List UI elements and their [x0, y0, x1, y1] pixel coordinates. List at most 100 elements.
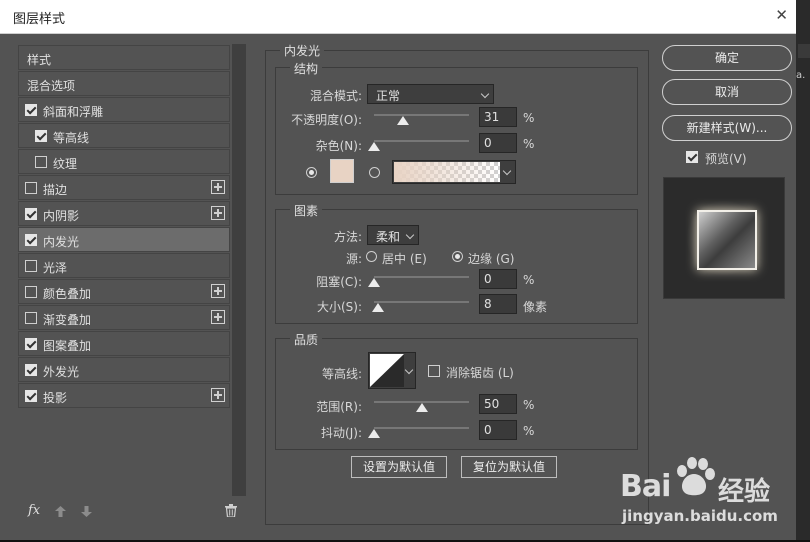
- blend-mode-label: 混合模式:: [309, 89, 362, 103]
- antialias-label: 消除锯齿 (L): [446, 366, 514, 380]
- style-item-label: 内阴影: [43, 209, 80, 223]
- gradient-picker[interactable]: [392, 160, 516, 184]
- choke-input[interactable]: 0: [479, 269, 517, 289]
- style-item[interactable]: 混合选项: [18, 71, 230, 96]
- style-item[interactable]: 斜面和浮雕: [18, 97, 230, 122]
- dialog-title: 图层样式: [13, 12, 66, 27]
- style-item-label: 图案叠加: [43, 339, 92, 353]
- style-item[interactable]: 颜色叠加: [18, 279, 230, 304]
- style-item[interactable]: 投影: [18, 383, 230, 408]
- reset-default-button[interactable]: 复位为默认值: [461, 456, 557, 478]
- size-input[interactable]: 8: [479, 294, 517, 314]
- style-item-checkbox[interactable]: [25, 286, 37, 298]
- style-item[interactable]: 渐变叠加: [18, 305, 230, 330]
- watermark-url: jingyan.baidu.com: [622, 507, 778, 525]
- style-item[interactable]: 光泽: [18, 253, 230, 278]
- range-input[interactable]: 50: [479, 394, 517, 414]
- chevron-down-icon: [405, 230, 415, 240]
- new-style-button[interactable]: 新建样式(W)...: [662, 115, 792, 141]
- noise-slider-track[interactable]: [374, 140, 469, 142]
- technique-dropdown[interactable]: 柔和: [367, 225, 419, 245]
- cancel-button[interactable]: 取消: [662, 79, 792, 105]
- solid-color-radio[interactable]: [306, 167, 317, 178]
- style-item-checkbox[interactable]: [25, 338, 37, 350]
- style-item-checkbox[interactable]: [25, 182, 37, 194]
- contour-picker[interactable]: [368, 352, 416, 389]
- style-item[interactable]: 样式: [18, 45, 230, 70]
- trash-icon[interactable]: [225, 504, 237, 517]
- style-item-label: 混合选项: [27, 79, 76, 93]
- choke-slider-thumb[interactable]: [368, 278, 380, 287]
- style-item-checkbox[interactable]: [25, 104, 37, 116]
- opacity-slider-track[interactable]: [374, 114, 469, 116]
- fx-icon[interactable]: fx: [28, 503, 40, 518]
- title-bar: 图层样式 ✕: [0, 0, 796, 34]
- style-item-label: 内发光: [43, 235, 80, 249]
- add-effect-icon[interactable]: [211, 180, 225, 194]
- style-item-checkbox[interactable]: [25, 260, 37, 272]
- noise-input[interactable]: 0: [479, 133, 517, 153]
- styles-list-toolbar: fx: [18, 496, 246, 526]
- watermark-brand: Bai: [620, 469, 671, 504]
- preview-thumbnail: [697, 210, 757, 270]
- gradient-radio[interactable]: [369, 167, 380, 178]
- size-slider-track[interactable]: [374, 301, 469, 303]
- glow-color-swatch[interactable]: [330, 159, 354, 183]
- chevron-down-icon: [502, 166, 512, 176]
- jitter-slider-thumb[interactable]: [368, 429, 380, 438]
- jitter-slider-track[interactable]: [374, 427, 469, 429]
- add-effect-icon[interactable]: [211, 206, 225, 220]
- style-item[interactable]: 内发光: [18, 227, 230, 252]
- add-effect-icon[interactable]: [211, 284, 225, 298]
- size-unit: 像素: [523, 300, 548, 314]
- choke-slider-track[interactable]: [374, 276, 469, 278]
- gradient-preview: [394, 162, 500, 182]
- style-item-checkbox[interactable]: [25, 208, 37, 220]
- close-icon[interactable]: ✕: [775, 6, 788, 24]
- style-item-label: 纹理: [53, 157, 78, 171]
- style-item-checkbox[interactable]: [25, 364, 37, 376]
- style-preview: [663, 177, 785, 299]
- make-default-button[interactable]: 设置为默认值: [351, 456, 447, 478]
- styles-list-scrollbar[interactable]: [232, 44, 246, 496]
- blend-mode-dropdown[interactable]: 正常: [367, 84, 494, 104]
- style-item[interactable]: 图案叠加: [18, 331, 230, 356]
- style-item-checkbox[interactable]: [25, 390, 37, 402]
- source-center-label: 居中 (E): [382, 252, 427, 266]
- style-item-label: 斜面和浮雕: [43, 105, 104, 119]
- style-item-checkbox[interactable]: [25, 312, 37, 324]
- preview-checkbox[interactable]: [686, 151, 698, 163]
- inner-glow-title: 内发光: [280, 42, 325, 59]
- style-item[interactable]: 描边: [18, 175, 230, 200]
- opacity-slider-thumb[interactable]: [397, 116, 410, 125]
- style-item[interactable]: 内阴影: [18, 201, 230, 226]
- range-slider-thumb[interactable]: [415, 403, 428, 412]
- style-item[interactable]: 外发光: [18, 357, 230, 382]
- add-effect-icon[interactable]: [211, 310, 225, 324]
- technique-label: 方法:: [333, 230, 362, 244]
- style-item[interactable]: 等高线: [18, 123, 230, 148]
- baidu-paw-icon: [677, 457, 715, 496]
- antialias-checkbox[interactable]: [428, 365, 440, 377]
- size-label: 大小(S):: [316, 300, 362, 314]
- size-slider-thumb[interactable]: [371, 303, 384, 312]
- noise-slider-thumb[interactable]: [368, 142, 380, 151]
- style-item-checkbox[interactable]: [35, 156, 47, 168]
- style-item-checkbox[interactable]: [25, 234, 37, 246]
- range-label: 范围(R):: [316, 400, 362, 414]
- source-label: 源:: [345, 252, 362, 266]
- style-item[interactable]: 纹理: [18, 149, 230, 174]
- baidu-jingyan-watermark: Bai 经验 jingyan.baidu.com: [620, 455, 800, 530]
- source-center-radio[interactable]: [366, 251, 377, 262]
- jitter-input[interactable]: 0: [479, 420, 517, 440]
- move-down-icon[interactable]: [81, 506, 92, 517]
- style-item-label: 光泽: [43, 261, 68, 275]
- elements-title: 图素: [290, 202, 323, 219]
- add-effect-icon[interactable]: [211, 388, 225, 402]
- style-item-checkbox[interactable]: [35, 130, 47, 142]
- ok-button[interactable]: 确定: [662, 45, 792, 71]
- move-up-icon[interactable]: [55, 506, 66, 517]
- opacity-input[interactable]: 31: [479, 107, 517, 127]
- source-edge-radio[interactable]: [452, 251, 463, 262]
- contour-label: 等高线:: [321, 367, 362, 381]
